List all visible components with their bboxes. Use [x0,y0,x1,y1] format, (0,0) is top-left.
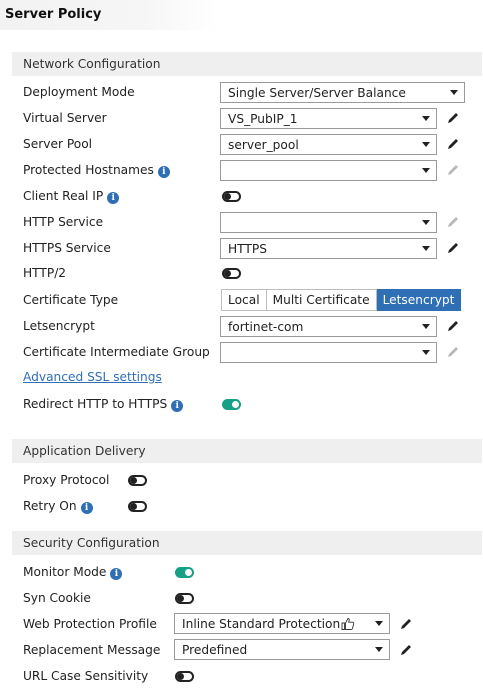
section-network-configuration: Network Configuration [12,52,482,76]
chevron-down-icon [422,350,430,355]
section-title: Application Delivery [23,444,146,458]
cert-intermediate-group-select[interactable] [220,342,437,363]
https-service-label: HTTPS Service [23,241,111,255]
certificate-type-segmented: Local Multi Certificate Letsencrypt [221,289,462,311]
info-icon[interactable]: i [80,502,93,514]
advanced-ssl-settings-link[interactable]: Advanced SSL settings [23,370,162,384]
chevron-down-icon [422,324,430,329]
certificate-type-local[interactable]: Local [221,289,267,311]
web-protection-profile-label: Web Protection Profile [23,617,157,631]
web-protection-profile-value: Inline Standard Protection [182,617,341,631]
pencil-icon [448,165,458,175]
syn-cookie-toggle[interactable] [175,593,194,604]
chevron-down-icon [450,90,458,95]
redirect-http-https-label: Redirect HTTP to HTTPS i [23,397,184,412]
certificate-type-label: Certificate Type [23,293,119,307]
pencil-icon[interactable] [399,617,413,631]
section-title: Network Configuration [23,57,161,71]
client-real-ip-label: Client Real IP i [23,189,120,204]
letsencrypt-select[interactable]: fortinet-com [220,316,437,337]
chevron-down-icon [375,621,383,626]
pencil-icon[interactable] [446,319,460,333]
deployment-mode-value: Single Server/Server Balance [228,86,406,100]
server-pool-select[interactable]: server_pool [220,134,437,155]
proxy-protocol-label: Proxy Protocol [23,473,110,487]
replacement-message-select[interactable]: Predefined [174,639,390,660]
section-security-configuration: Security Configuration [12,531,482,555]
certificate-type-letsencrypt[interactable]: Letsencrypt [376,289,462,311]
letsencrypt-label: Letsencrypt [23,319,95,333]
web-protection-profile-select[interactable]: Inline Standard Protection [174,613,390,634]
pencil-icon[interactable] [446,111,460,125]
syn-cookie-label: Syn Cookie [23,591,91,605]
info-icon[interactable]: i [110,568,123,580]
retry-on-toggle[interactable] [128,501,147,512]
redirect-http-https-toggle[interactable] [222,399,241,410]
pencil-icon[interactable] [446,241,460,255]
info-icon[interactable]: i [157,166,170,178]
http-service-label: HTTP Service [23,215,104,229]
pencil-icon [448,347,458,357]
virtual-server-value: VS_PubIP_1 [228,112,298,126]
http-service-select[interactable] [220,212,437,233]
pencil-icon[interactable] [446,137,460,151]
letsencrypt-value: fortinet-com [228,320,304,334]
virtual-server-select[interactable]: VS_PubIP_1 [220,108,437,129]
client-real-ip-toggle[interactable] [222,191,241,202]
protected-hostnames-label: Protected Hostnames i [23,163,170,178]
virtual-server-label: Virtual Server [23,111,107,125]
http2-toggle[interactable] [222,268,241,279]
chevron-down-icon [422,116,430,121]
cert-intermediate-group-label: Certificate Intermediate Group [23,345,210,359]
chevron-down-icon [422,168,430,173]
section-title: Security Configuration [23,536,160,550]
replacement-message-label: Replacement Message [23,643,161,657]
chevron-down-icon [375,647,383,652]
protected-hostnames-select[interactable] [220,160,437,181]
proxy-protocol-toggle[interactable] [128,475,147,486]
retry-on-label: Retry On i [23,499,93,514]
title-bar: Server Policy [0,0,483,30]
url-case-sensitivity-toggle[interactable] [175,671,194,682]
pencil-icon[interactable] [399,643,413,657]
replacement-message-value: Predefined [182,643,248,657]
pencil-icon [448,217,458,227]
deployment-mode-label: Deployment Mode [23,85,135,99]
https-service-value: HTTPS [228,242,267,256]
deployment-mode-select[interactable]: Single Server/Server Balance [220,82,465,103]
http2-label: HTTP/2 [23,266,67,280]
info-icon[interactable]: i [171,400,184,412]
monitor-mode-toggle[interactable] [175,567,194,578]
certificate-type-multi[interactable]: Multi Certificate [266,289,377,311]
url-case-sensitivity-label: URL Case Sensitivity [23,669,149,683]
https-service-select[interactable]: HTTPS [220,238,437,259]
server-pool-label: Server Pool [23,137,93,151]
chevron-down-icon [422,220,430,225]
server-pool-value: server_pool [228,138,299,152]
section-application-delivery: Application Delivery [12,439,482,463]
page-title: Server Policy [5,7,102,22]
monitor-mode-label: Monitor Mode i [23,565,123,580]
thumbs-up-icon [341,618,355,630]
info-icon[interactable]: i [107,192,120,204]
chevron-down-icon [422,142,430,147]
chevron-down-icon [422,246,430,251]
